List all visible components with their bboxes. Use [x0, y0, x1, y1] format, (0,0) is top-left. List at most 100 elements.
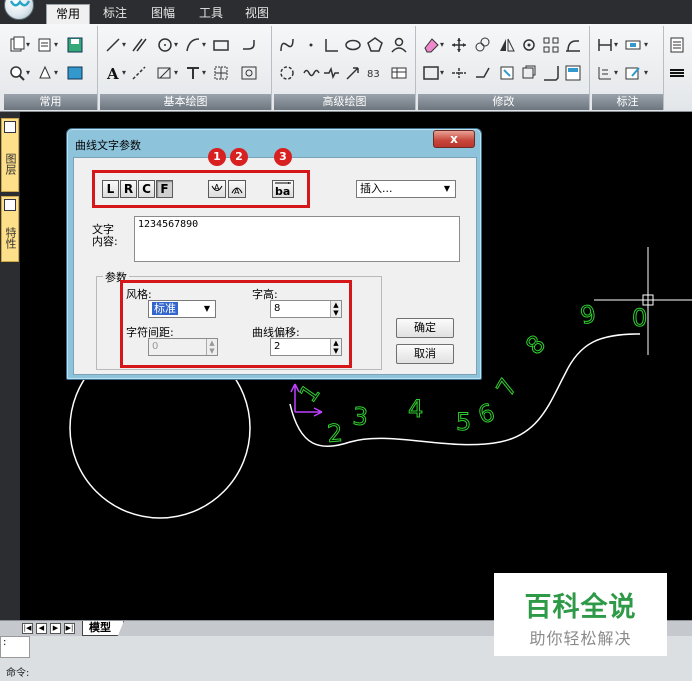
zoom-icon[interactable]	[8, 64, 26, 82]
linear-dimension-icon[interactable]	[596, 36, 614, 54]
mtext-icon[interactable]	[184, 64, 202, 82]
insert-mode-select[interactable]: 插入... ▼	[356, 180, 456, 198]
spinner-arrows-icon[interactable]: ▲ ▼	[330, 339, 341, 355]
app-menu-button[interactable]	[4, 0, 34, 20]
dropdown-arrow-icon[interactable]: ▾	[26, 68, 30, 77]
last-tab-icon[interactable]: ▶|	[64, 623, 75, 634]
block-icon[interactable]	[212, 64, 230, 82]
line-icon[interactable]	[104, 36, 122, 54]
dim-style-icon[interactable]	[624, 36, 642, 54]
dropdown-arrow-icon[interactable]: ▾	[174, 68, 178, 77]
curve-text-icon[interactable]: 83	[366, 64, 384, 82]
cancel-button[interactable]: 取消	[396, 344, 454, 364]
menu-lines-icon[interactable]	[668, 64, 686, 82]
dropdown-arrow-icon[interactable]: ▾	[614, 40, 618, 49]
prev-tab-icon[interactable]: ◀	[36, 623, 47, 634]
tab-layers[interactable]: 图层	[1, 118, 19, 192]
tab-frame[interactable]: 图幅	[146, 4, 180, 24]
construction-line-icon[interactable]	[130, 64, 148, 82]
copy-icon[interactable]	[474, 36, 492, 54]
hatch-icon[interactable]	[156, 64, 174, 82]
spline-icon[interactable]	[278, 36, 296, 54]
tab-model[interactable]: 模型	[82, 621, 124, 636]
tab-view[interactable]: 视图	[240, 4, 274, 24]
text-content-input[interactable]: 1234567890	[134, 216, 460, 262]
save-icon[interactable]	[66, 36, 84, 54]
dropdown-arrow-icon[interactable]: ▾	[174, 40, 178, 49]
wave-line-icon[interactable]	[302, 64, 320, 82]
break-line-icon[interactable]	[322, 64, 340, 82]
arc-icon[interactable]	[184, 36, 202, 54]
align-right-button[interactable]: R	[120, 180, 137, 198]
rotate-icon[interactable]	[520, 36, 538, 54]
region-icon[interactable]	[240, 64, 258, 82]
revcloud-icon[interactable]	[278, 64, 296, 82]
command-prompt[interactable]: 命令:	[6, 664, 29, 679]
dropdown-arrow-icon[interactable]: ▾	[644, 40, 648, 49]
tab-annotate[interactable]: 标注	[98, 4, 132, 24]
circle-icon[interactable]	[156, 36, 174, 54]
reverse-text-button[interactable]: ba	[272, 180, 294, 198]
open-file-icon[interactable]	[36, 36, 54, 54]
move-icon[interactable]	[450, 36, 468, 54]
dropdown-arrow-icon[interactable]: ▾	[54, 40, 58, 49]
notepad-icon[interactable]	[668, 36, 686, 54]
next-tab-icon[interactable]: ▶	[50, 623, 61, 634]
table-icon[interactable]	[390, 64, 408, 82]
dropdown-arrow-icon[interactable]: ▾	[202, 68, 206, 77]
dropdown-arrow-icon[interactable]: ▾	[440, 40, 444, 49]
dropdown-arrow-icon[interactable]: ▾	[54, 68, 58, 77]
chamfer-icon[interactable]	[542, 64, 560, 82]
erase-icon[interactable]	[422, 36, 440, 54]
layer-icon[interactable]	[66, 64, 84, 82]
dimension-corner-icon[interactable]	[322, 36, 340, 54]
tab-common[interactable]: 常用	[46, 4, 90, 24]
align-fit-button[interactable]: F	[156, 180, 173, 198]
polygon-icon[interactable]	[366, 36, 384, 54]
ellipse-icon[interactable]	[344, 36, 362, 54]
dim-edit-icon[interactable]	[624, 64, 642, 82]
arrow-icon[interactable]	[344, 64, 362, 82]
point-icon[interactable]	[302, 36, 320, 54]
new-file-icon[interactable]	[8, 36, 26, 54]
ordinate-dimension-icon[interactable]	[596, 64, 614, 82]
parallel-line-icon[interactable]	[130, 36, 148, 54]
mirror-icon[interactable]	[498, 36, 516, 54]
text-outside-curve-button[interactable]: A	[208, 180, 226, 198]
style-select[interactable]: 标准 ▼	[148, 300, 216, 318]
extend-icon[interactable]	[474, 64, 492, 82]
curve-text-char: 1	[294, 379, 326, 408]
tab-properties[interactable]: 特性	[1, 196, 19, 262]
text-icon[interactable]: A	[104, 64, 122, 82]
dropdown-arrow-icon[interactable]: ▾	[644, 68, 648, 77]
close-button[interactable]: x	[433, 130, 475, 148]
polyline-icon[interactable]	[240, 36, 258, 54]
trim-icon[interactable]	[450, 64, 468, 82]
fillet-icon[interactable]	[520, 64, 538, 82]
pan-icon[interactable]	[36, 64, 54, 82]
rectangle-icon[interactable]	[212, 36, 230, 54]
command-history[interactable]: :	[0, 636, 30, 658]
first-tab-icon[interactable]: |◀	[22, 623, 33, 634]
dropdown-arrow-icon[interactable]: ▾	[122, 40, 126, 49]
dropdown-arrow-icon[interactable]: ▾	[614, 68, 618, 77]
align-center-button[interactable]: C	[138, 180, 155, 198]
dropdown-arrow-icon[interactable]: ▾	[26, 40, 30, 49]
ok-button[interactable]: 确定	[396, 318, 454, 338]
align-left-button[interactable]: L	[102, 180, 119, 198]
dropdown-arrow-icon[interactable]: ▾	[202, 40, 206, 49]
spinner-arrows-icon[interactable]: ▲ ▼	[330, 301, 341, 317]
text-inside-curve-button[interactable]: A	[228, 180, 246, 198]
explode-icon[interactable]	[498, 64, 516, 82]
rect-select-icon[interactable]	[422, 64, 440, 82]
stretch-icon[interactable]	[564, 36, 582, 54]
array-icon[interactable]	[542, 36, 560, 54]
watermark-title: 百科全说	[524, 592, 637, 623]
dropdown-arrow-icon[interactable]: ▾	[440, 68, 444, 77]
dropdown-arrow-icon[interactable]: ▾	[122, 68, 126, 77]
height-spinner[interactable]: 8 ▲ ▼	[270, 300, 342, 318]
tab-tools[interactable]: 工具	[194, 4, 228, 24]
curve-offset-spinner[interactable]: 2 ▲ ▼	[270, 338, 342, 356]
user-icon[interactable]	[390, 36, 408, 54]
properties-icon[interactable]	[564, 64, 582, 82]
